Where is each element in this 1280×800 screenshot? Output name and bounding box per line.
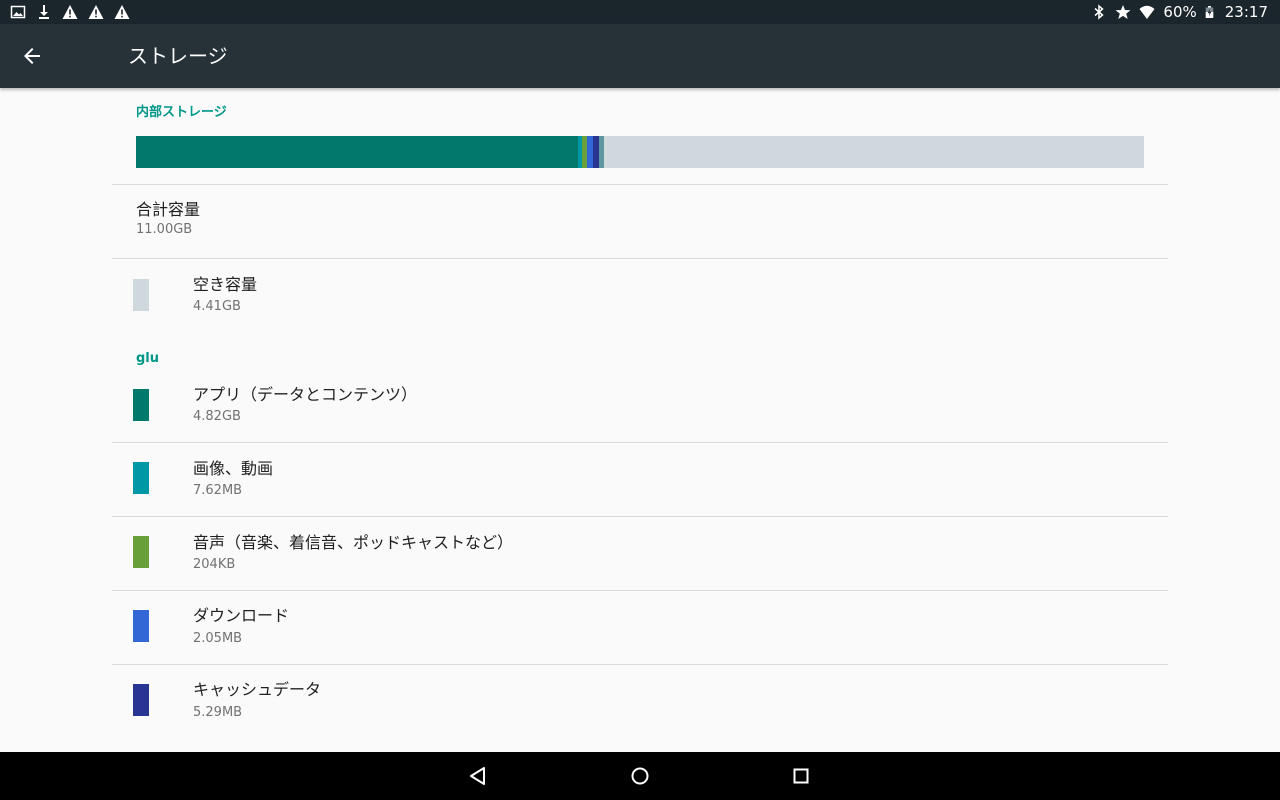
downloads-value: 2.05MB — [193, 631, 243, 646]
audio-label: 音声（音楽、着信音、ポッドキャストなど） — [193, 533, 514, 552]
download-icon — [39, 5, 49, 19]
recents-square-icon[interactable] — [789, 764, 813, 788]
bar-segment-apps — [136, 136, 578, 168]
warning-icon — [62, 5, 78, 19]
total-capacity-label: 合計容量 — [136, 200, 201, 219]
clock: 23:17 — [1224, 3, 1268, 21]
total-capacity-value: 11.00GB — [136, 222, 193, 237]
cache-value: 5.29MB — [193, 705, 243, 720]
list-item-downloads[interactable]: ダウンロード 2.05MB — [112, 591, 1168, 664]
status-bar: 60% 23:17 — [0, 0, 1280, 24]
battery-charging-icon — [1205, 6, 1214, 18]
image-icon — [10, 5, 26, 19]
list-item-audio[interactable]: 音声（音楽、着信音、ポッドキャストなど） 204KB — [112, 517, 1168, 590]
storage-usage-bar — [136, 136, 1144, 168]
internal-storage-header: 内部ストレージ — [136, 105, 227, 120]
apps-label: アプリ（データとコンテンツ） — [193, 385, 418, 404]
list-item-cache[interactable]: キャッシュデータ 5.29MB — [112, 665, 1168, 738]
images-label: 画像、動画 — [193, 459, 274, 478]
navigation-bar — [0, 752, 1280, 800]
user-section-header: glu — [136, 351, 160, 366]
images-value: 7.62MB — [193, 483, 243, 498]
apps-swatch — [133, 389, 149, 421]
free-space-swatch — [133, 279, 149, 311]
bar-segment-misc — [599, 136, 604, 168]
audio-value: 204KB — [193, 557, 236, 572]
downloads-label: ダウンロード — [193, 606, 290, 625]
images-swatch — [133, 462, 149, 494]
battery-percent: 60% — [1163, 3, 1197, 21]
wifi-icon — [1139, 5, 1155, 19]
bluetooth-icon — [1094, 4, 1105, 20]
audio-swatch — [133, 536, 149, 568]
divider — [112, 258, 1168, 259]
cache-swatch — [133, 684, 149, 716]
free-space-value: 4.41GB — [193, 299, 241, 314]
apps-value: 4.82GB — [193, 409, 241, 424]
warning-icon — [88, 5, 104, 19]
list-item-apps[interactable]: アプリ（データとコンテンツ） 4.82GB — [112, 369, 1168, 442]
downloads-swatch — [133, 610, 149, 642]
back-arrow-icon[interactable] — [20, 44, 44, 68]
cache-label: キャッシュデータ — [193, 680, 322, 699]
list-item-images[interactable]: 画像、動画 7.62MB — [112, 443, 1168, 516]
app-bar: ストレージ — [0, 24, 1280, 88]
notification-icons — [10, 3, 130, 21]
warning-icon — [114, 5, 130, 19]
star-icon — [1115, 5, 1131, 19]
storage-content: 内部ストレージ 合計容量 11.00GB 空き容量 4.41GB glu アプリ… — [0, 88, 1280, 752]
system-icons: 60% 23:17 — [1091, 2, 1268, 22]
total-capacity-row: 合計容量 11.00GB — [112, 185, 1168, 258]
page-title: ストレージ — [128, 44, 228, 68]
home-circle-icon[interactable] — [628, 764, 652, 788]
back-triangle-icon[interactable] — [466, 764, 490, 788]
free-space-label: 空き容量 — [193, 275, 258, 294]
